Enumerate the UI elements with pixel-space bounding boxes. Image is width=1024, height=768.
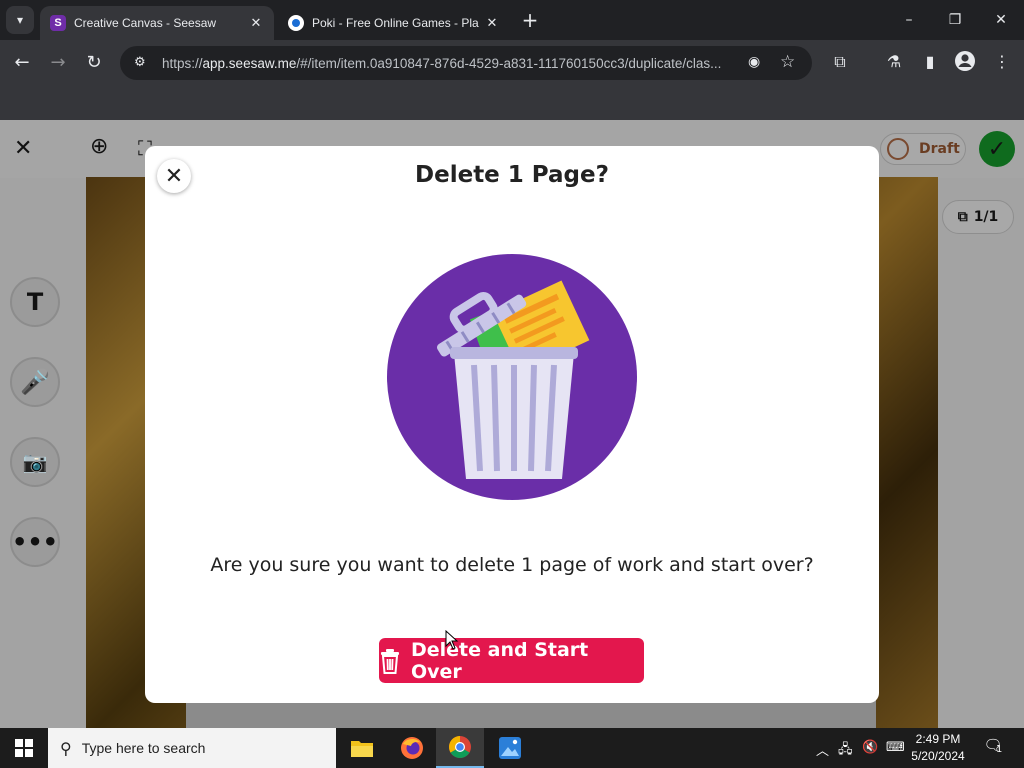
photos-app-icon[interactable] (486, 728, 534, 768)
taskbar-clock[interactable]: 2:49 PM 5/20/2024 (902, 731, 974, 765)
seesaw-icon: S (50, 15, 66, 31)
dialog-title: Delete 1 Page? (415, 162, 609, 188)
browser-toolbar: ← → ↻ ⚙ https://app.seesaw.me/#/item/ite… (0, 40, 1024, 86)
site-info-icon[interactable]: ⚙ (134, 55, 150, 71)
pages-icon: ⧉ (957, 209, 968, 225)
search-icon: ⚲ (60, 738, 72, 758)
tab-search-button[interactable]: ▾ (6, 6, 34, 34)
tab-strip: ▾ S Creative Canvas - Seesaw ✕ Poki - Fr… (0, 0, 1024, 40)
file-explorer-icon[interactable] (338, 728, 386, 768)
microphone-tool-button[interactable]: 🎤 (10, 357, 60, 407)
volume-muted-icon[interactable]: 🔇 (862, 740, 878, 755)
forward-icon[interactable]: → (45, 50, 71, 76)
trash-icon (379, 648, 401, 674)
labs-icon[interactable]: ⚗ (882, 50, 906, 74)
close-tab-icon[interactable]: ✕ (484, 15, 500, 31)
draft-label: Draft (919, 141, 960, 157)
poki-icon (288, 15, 304, 31)
tab-creative-canvas[interactable]: S Creative Canvas - Seesaw ✕ (40, 6, 274, 40)
taskbar-search[interactable]: ⚲ Type here to search (48, 728, 336, 768)
trash-illustration (387, 254, 637, 500)
notification-count: 1 (996, 744, 1003, 755)
menu-icon[interactable]: ⋮ (990, 50, 1014, 74)
text-tool-icon: T (26, 288, 44, 316)
tab-title: Poki - Free Online Games - Pla (312, 16, 479, 30)
eye-icon[interactable]: ◉ (748, 54, 760, 70)
delete-page-dialog: ✕ Delete 1 Page? Are you sure you want t… (145, 146, 879, 703)
firefox-icon[interactable] (388, 728, 436, 768)
submit-check-icon[interactable]: ✓ (979, 131, 1015, 167)
delete-and-start-over-button[interactable]: Delete and Start Over (379, 638, 644, 683)
chrome-icon[interactable] (436, 728, 484, 768)
clock-date: 5/20/2024 (911, 749, 965, 763)
text-tool-button[interactable]: T (10, 277, 60, 327)
draft-button[interactable]: Draft (880, 133, 966, 165)
minimize-icon[interactable]: – (896, 8, 922, 32)
more-tools-button[interactable]: ••• (10, 517, 60, 567)
draft-check-icon (887, 138, 909, 160)
dialog-message: Are you sure you want to delete 1 page o… (210, 554, 814, 576)
zoom-icon[interactable]: ⊕ (90, 134, 108, 159)
address-bar[interactable]: ⚙ https://app.seesaw.me/#/item/item.0a91… (120, 46, 812, 80)
camera-tool-button[interactable]: 📷 (10, 437, 60, 487)
tab-poki[interactable]: Poki - Free Online Games - Pla ✕ (278, 6, 510, 40)
close-window-icon[interactable]: ✕ (988, 8, 1014, 32)
notifications-icon[interactable]: 🗨 1 (980, 736, 1006, 760)
close-tab-icon[interactable]: ✕ (248, 15, 264, 31)
camera-icon: 📷 (22, 450, 48, 474)
windows-taskbar: ⚲ Type here to search ︿ 🖧 🔇 ⌨ 2:49 PM 5/… (0, 728, 1024, 768)
mouse-cursor-icon (445, 630, 459, 650)
show-hidden-icons-icon[interactable]: ︿ (816, 740, 829, 759)
close-editor-icon[interactable]: ✕ (14, 136, 32, 161)
bookmark-bar (0, 86, 1024, 120)
page-count: 1/1 (973, 209, 999, 225)
page-counter-button[interactable]: ⧉ 1/1 (942, 200, 1014, 234)
side-panel-icon[interactable]: ▮ (918, 50, 942, 74)
url-text: https://app.seesaw.me/#/item/item.0a9108… (162, 55, 722, 71)
bookmark-star-icon[interactable]: ☆ (780, 52, 795, 72)
restore-icon[interactable]: ❐ (942, 8, 968, 32)
extensions-icon[interactable]: ⧉ (828, 50, 852, 74)
profile-icon[interactable] (953, 50, 977, 74)
start-button[interactable] (0, 728, 48, 768)
back-icon[interactable]: ← (9, 50, 35, 76)
tab-title: Creative Canvas - Seesaw (74, 16, 217, 30)
network-icon[interactable]: 🖧 (838, 740, 853, 762)
browser-chrome: ▾ S Creative Canvas - Seesaw ✕ Poki - Fr… (0, 0, 1024, 120)
windows-logo-icon (15, 739, 33, 757)
clock-time: 2:49 PM (915, 732, 961, 746)
more-icon: ••• (11, 528, 59, 556)
new-tab-icon[interactable]: + (520, 10, 540, 30)
search-placeholder: Type here to search (81, 740, 206, 756)
reload-icon[interactable]: ↻ (81, 50, 107, 76)
microphone-icon: 🎤 (20, 368, 50, 396)
